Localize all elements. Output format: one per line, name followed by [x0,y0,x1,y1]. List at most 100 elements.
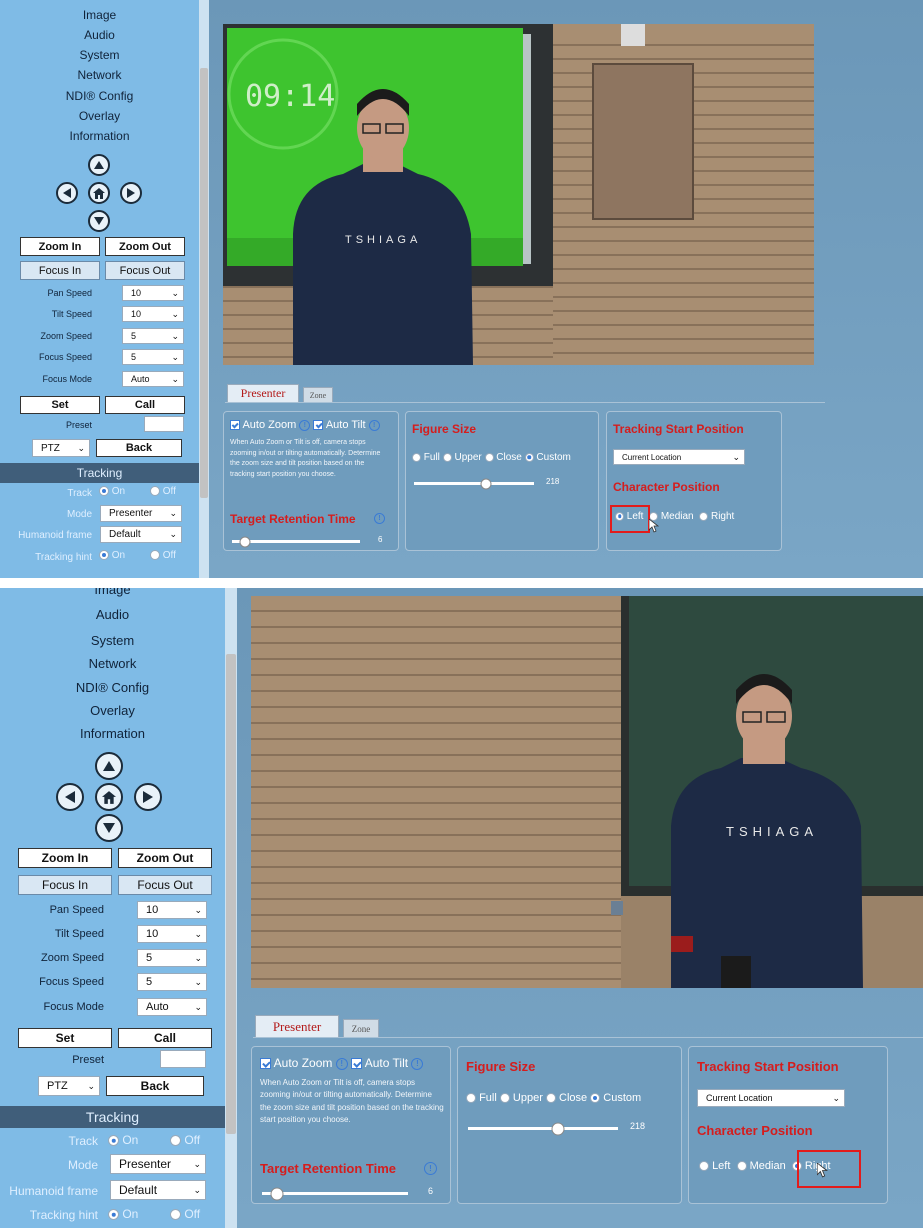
track-off-radio[interactable] [150,486,160,497]
auto-zoom-checkbox[interactable] [230,420,240,431]
tab-zone[interactable]: Zone [303,387,333,402]
zoom-speed-select[interactable]: 5 ⌄ [122,328,184,344]
figure-custom-radio[interactable] [590,1093,601,1104]
zoom-out-button[interactable]: Zoom Out [105,237,185,256]
focus-mode-select[interactable]: Auto ⌄ [122,371,184,387]
pan-up-arrow-icon[interactable] [95,752,123,780]
mode-select[interactable]: Presenter ⌄ [110,1154,206,1174]
tab-zone[interactable]: Zone [343,1019,379,1037]
position-median-radio[interactable] [736,1161,747,1172]
track-off-option[interactable]: Off [150,486,176,497]
auto-tilt-checkbox[interactable] [351,1058,363,1070]
hint-on-option[interactable]: On [108,1207,138,1221]
pan-left-arrow-icon[interactable] [56,783,84,811]
track-on-option[interactable]: On [99,486,125,497]
info-icon[interactable]: ! [374,513,385,524]
home-icon[interactable] [88,182,110,204]
retention-slider-knob[interactable] [270,1187,284,1200]
scrollbar-thumb[interactable] [200,68,208,498]
focus-speed-select[interactable]: 5 ⌄ [122,349,184,365]
info-icon[interactable]: ! [411,1057,424,1070]
preset-mode-select[interactable]: PTZ ⌄ [32,439,90,457]
menu-network[interactable]: Network [0,68,199,82]
zoom-speed-select[interactable]: 5 ⌄ [137,949,207,967]
pan-right-arrow-icon[interactable] [134,783,162,811]
focus-mode-select[interactable]: Auto ⌄ [137,998,207,1016]
pan-down-arrow-icon[interactable] [88,210,110,232]
position-right-radio[interactable] [699,511,709,521]
auto-tilt-checkbox[interactable] [313,420,324,431]
hint-on-radio[interactable] [108,1209,119,1221]
figure-close-radio[interactable] [545,1093,556,1104]
tilt-speed-select[interactable]: 10 ⌄ [137,925,207,943]
menu-image[interactable]: Image [0,588,225,597]
humanoid-frame-select[interactable]: Default ⌄ [100,526,182,543]
pan-up-arrow-icon[interactable] [88,154,110,176]
focus-speed-select[interactable]: 5 ⌄ [137,973,207,991]
hint-on-radio[interactable] [99,550,109,561]
start-location-select[interactable]: Current Location ⌄ [697,1089,845,1107]
preset-input[interactable] [144,416,184,432]
menu-system[interactable]: System [0,48,199,62]
auto-zoom-checkbox[interactable] [260,1058,271,1070]
focus-out-button[interactable]: Focus Out [105,261,185,280]
call-button[interactable]: Call [118,1028,212,1048]
retention-slider[interactable] [262,1187,408,1200]
menu-overlay[interactable]: Overlay [0,109,199,123]
figure-size-slider[interactable] [468,1122,618,1135]
set-button[interactable]: Set [20,396,100,414]
set-button[interactable]: Set [18,1028,112,1048]
focus-out-button[interactable]: Focus Out [118,875,212,895]
tab-presenter[interactable]: Presenter [227,384,299,402]
hint-off-radio[interactable] [150,550,160,561]
track-on-radio[interactable] [99,486,109,497]
pan-speed-select[interactable]: 10 ⌄ [122,285,184,301]
zoom-out-button[interactable]: Zoom Out [118,848,212,868]
menu-image[interactable]: Image [0,8,199,22]
menu-ndi-config[interactable]: NDI® Config [0,89,199,103]
humanoid-frame-select[interactable]: Default ⌄ [110,1180,206,1200]
pan-down-arrow-icon[interactable] [95,814,123,842]
figure-size-slider[interactable] [414,478,534,489]
back-button[interactable]: Back [106,1076,204,1096]
track-off-radio[interactable] [170,1135,181,1147]
hint-on-option[interactable]: On [99,550,125,561]
call-button[interactable]: Call [105,396,185,414]
menu-system[interactable]: System [0,633,225,648]
figure-upper-radio[interactable] [442,452,452,462]
retention-slider-knob[interactable] [239,536,251,547]
track-off-option[interactable]: Off [170,1133,200,1147]
back-button[interactable]: Back [96,439,182,457]
position-left-radio[interactable] [699,1161,709,1172]
track-on-option[interactable]: On [108,1133,138,1147]
track-on-radio[interactable] [108,1135,119,1147]
menu-overlay[interactable]: Overlay [0,703,225,718]
info-icon[interactable]: ! [335,1057,348,1070]
figure-close-radio[interactable] [484,452,494,462]
pan-right-arrow-icon[interactable] [120,182,142,204]
hint-off-option[interactable]: Off [170,1207,200,1221]
sidebar-scrollbar[interactable] [225,588,237,1228]
menu-audio[interactable]: Audio [0,28,199,42]
figure-custom-radio[interactable] [524,452,534,462]
menu-information[interactable]: Information [0,726,225,741]
menu-ndi-config[interactable]: NDI® Config [0,680,225,695]
figure-size-slider-knob[interactable] [480,478,492,489]
hint-off-radio[interactable] [170,1209,181,1221]
tab-presenter[interactable]: Presenter [255,1015,339,1037]
menu-network[interactable]: Network [0,656,225,671]
figure-upper-radio[interactable] [499,1093,510,1104]
hint-off-option[interactable]: Off [150,550,176,561]
tilt-speed-select[interactable]: 10 ⌄ [122,306,184,322]
menu-information[interactable]: Information [0,129,199,143]
preset-mode-select[interactable]: PTZ ⌄ [38,1076,100,1096]
info-icon[interactable]: ! [299,419,311,431]
home-icon[interactable] [95,783,123,811]
zoom-in-button[interactable]: Zoom In [20,237,100,256]
scrollbar-thumb[interactable] [226,654,236,1134]
pan-left-arrow-icon[interactable] [56,182,78,204]
start-location-select[interactable]: Current Location ⌄ [613,449,745,465]
retention-slider[interactable] [232,536,360,547]
info-icon[interactable]: ! [368,419,380,431]
menu-audio[interactable]: Audio [0,607,225,622]
